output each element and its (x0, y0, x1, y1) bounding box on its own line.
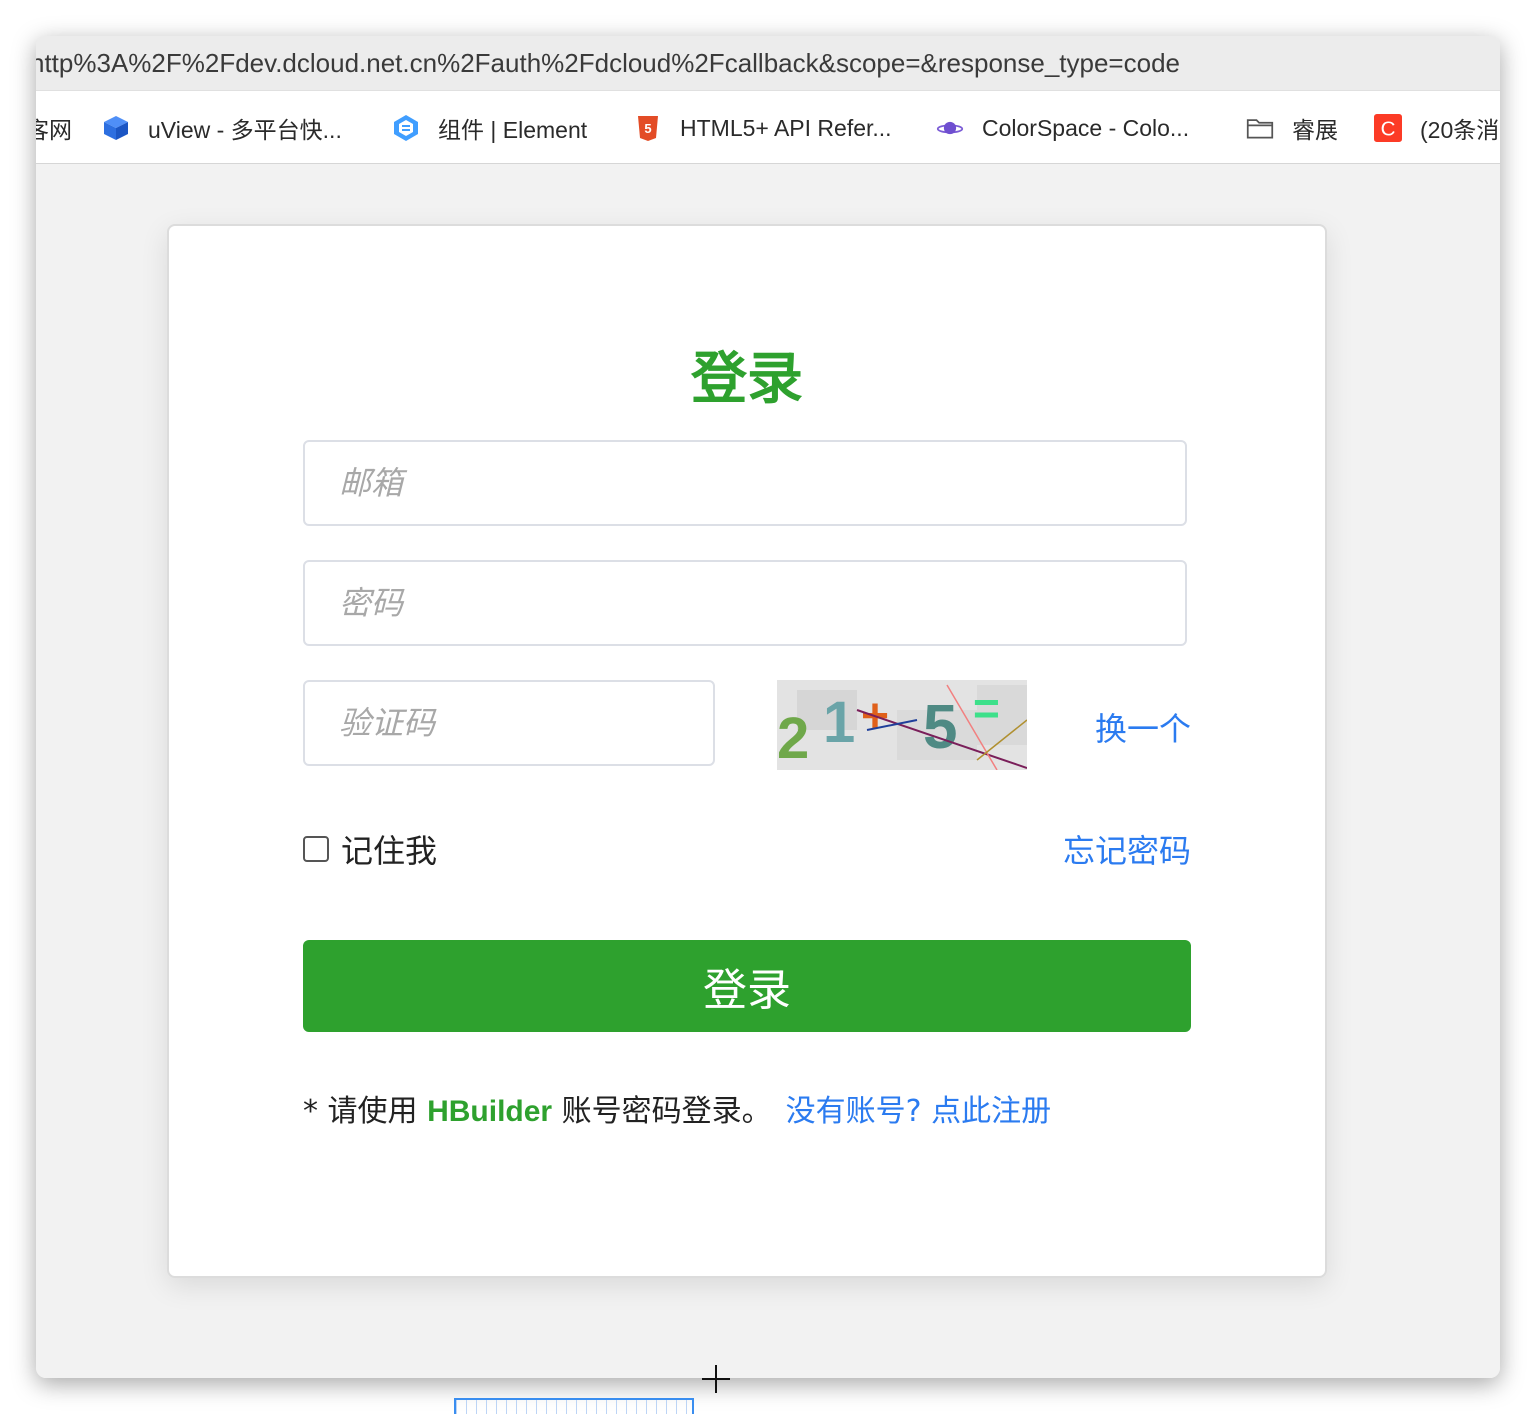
svg-text:C: C (1381, 117, 1396, 140)
note-suffix: 账号密码登录。 (552, 1094, 772, 1129)
bookmark-item-colorspace[interactable]: ColorSpace - Colo... (936, 113, 1189, 143)
address-bar[interactable]: http%3A%2F%2Fdev.dcloud.net.cn%2Fauth%2F… (36, 36, 1500, 91)
folder-icon (1246, 114, 1274, 142)
login-title: 登录 (691, 347, 803, 412)
bookmark-label: 睿展 (1292, 117, 1338, 143)
uview-logo-icon (102, 114, 130, 142)
login-note: * 请使用 HBuilder 账号密码登录。 没有账号? 点此注册 (303, 1086, 1051, 1130)
login-button[interactable]: 登录 (303, 940, 1191, 1032)
bookmark-item-element[interactable]: 组件 | Element (392, 113, 587, 143)
refresh-captcha-link[interactable]: 换一个 (1095, 704, 1191, 750)
note-prefix: * 请使用 (303, 1094, 428, 1129)
url-text[interactable]: http%3A%2F%2Fdev.dcloud.net.cn%2Fauth%2F… (36, 48, 1180, 79)
svg-text:5: 5 (923, 693, 957, 762)
svg-text:2: 2 (777, 706, 809, 770)
page-content: 登录 2 1 + 5 = (36, 164, 1500, 1378)
password-input[interactable] (303, 560, 1187, 646)
html5-logo-icon: 5 (634, 114, 662, 142)
note-brand: HBuilder (427, 1095, 553, 1128)
bookmark-item-folder[interactable]: 睿展 (1246, 113, 1338, 143)
bookmark-item-0[interactable]: 客网 (36, 113, 72, 143)
bookmark-label: 客网 (36, 117, 72, 143)
remember-me-checkbox[interactable] (303, 836, 329, 862)
bookmark-label: HTML5+ API Refer... (680, 114, 892, 141)
bookmark-label: ColorSpace - Colo... (982, 114, 1190, 141)
captcha-image[interactable]: 2 1 + 5 = (777, 680, 1027, 770)
login-card: 登录 2 1 + 5 = (167, 224, 1327, 1278)
bookmarks-bar: 客网 uView - 多平台快... 组件 | E (36, 91, 1500, 164)
email-input[interactable] (303, 440, 1187, 526)
bookmark-item-csdn[interactable]: C (20条消 (1374, 113, 1499, 143)
bookmark-item-uview[interactable]: uView - 多平台快... (102, 113, 342, 143)
crosshair-cursor-icon (702, 1365, 730, 1393)
browser-window: http%3A%2F%2Fdev.dcloud.net.cn%2Fauth%2F… (36, 36, 1500, 1378)
svg-text:5: 5 (644, 121, 651, 136)
register-link[interactable]: 没有账号? 点此注册 (786, 1094, 1051, 1129)
planet-icon (936, 114, 964, 142)
bookmark-label: 组件 | Element (438, 117, 588, 143)
svg-text:=: = (973, 682, 1000, 734)
captcha-input[interactable] (303, 680, 715, 766)
bookmark-item-html5[interactable]: 5 HTML5+ API Refer... (634, 113, 892, 143)
svg-text:1: 1 (823, 690, 855, 755)
element-logo-icon (392, 114, 420, 142)
csdn-c-icon: C (1374, 114, 1402, 142)
forgot-password-link[interactable]: 忘记密码 (1063, 826, 1191, 872)
bookmark-label: (20条消 (1420, 117, 1500, 143)
remember-me[interactable]: 记住我 (303, 826, 437, 872)
selection-ruler (454, 1398, 694, 1414)
bookmark-label: uView - 多平台快... (148, 117, 342, 143)
remember-me-label: 记住我 (341, 832, 438, 870)
